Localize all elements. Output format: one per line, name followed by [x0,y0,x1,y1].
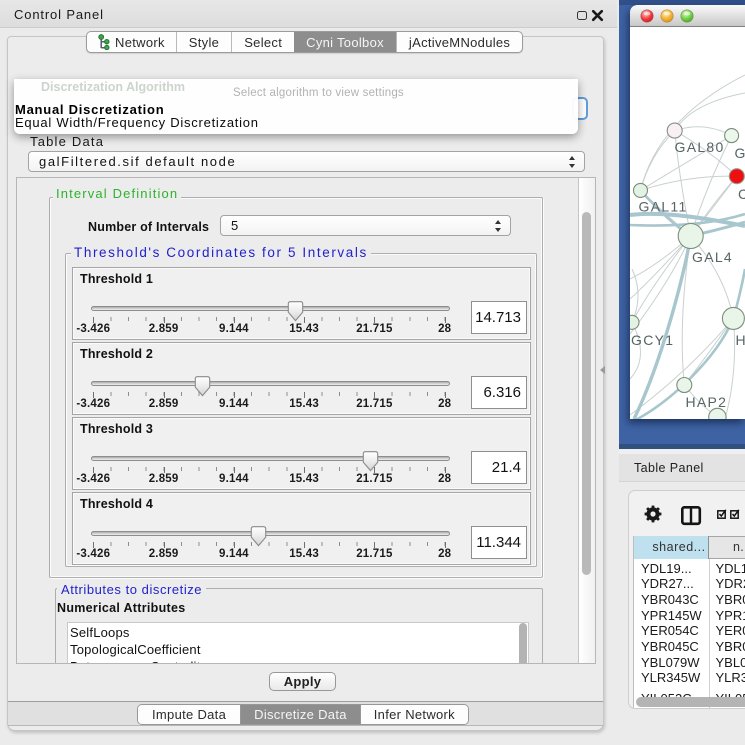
svg-text:HAP2: HAP2 [686,394,728,410]
svg-text:GAL4: GAL4 [692,249,733,265]
svg-text:C...: C... [738,186,745,202]
svg-text:GAL80: GAL80 [675,139,725,155]
svg-text:GCY1: GCY1 [631,332,674,348]
svg-text:H...: H... [736,332,745,348]
svg-text:G...: G... [735,145,745,161]
svg-text:GAL11: GAL11 [639,199,688,215]
